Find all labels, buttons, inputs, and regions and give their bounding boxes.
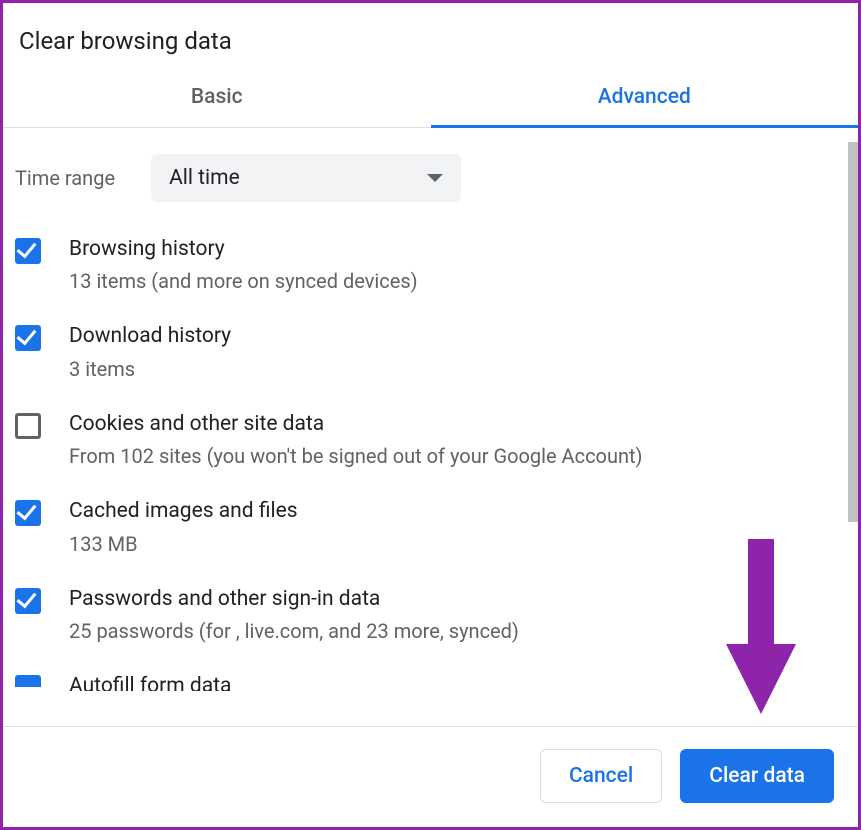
scrollbar-thumb[interactable] [848,142,858,522]
checkbox-cached-images[interactable] [15,500,41,526]
tab-basic[interactable]: Basic [3,65,431,127]
scrollbar[interactable] [848,128,858,726]
checkbox-browsing-history[interactable] [15,238,41,264]
tabs: Basic Advanced [3,65,858,128]
option-cookies: Cookies and other site data From 102 sit… [15,397,836,484]
option-title: Browsing history [69,234,418,264]
option-subtitle: 25 passwords (for , live.com, and 23 mor… [69,616,519,647]
dialog-body: Time range All time Browsing history 13 … [3,128,858,726]
option-title: Cached images and files [69,496,298,526]
option-title: Download history [69,321,231,351]
option-title: Cookies and other site data [69,409,643,439]
option-download-history: Download history 3 items [15,309,836,396]
time-range-row: Time range All time [3,128,848,222]
time-range-value: All time [169,166,240,190]
options-list: Browsing history 13 items (and more on s… [3,222,848,691]
option-cached-images: Cached images and files 133 MB [15,484,836,571]
option-subtitle: From 102 sites (you won't be signed out … [69,441,643,472]
option-subtitle: 13 items (and more on synced devices) [69,266,418,297]
time-range-select[interactable]: All time [151,154,461,202]
option-subtitle: 133 MB [69,529,298,560]
checkbox-autofill[interactable] [15,675,41,687]
cancel-button[interactable]: Cancel [540,749,662,803]
option-passwords: Passwords and other sign-in data 25 pass… [15,572,836,659]
option-subtitle: 3 items [69,354,231,385]
time-range-label: Time range [15,166,115,190]
chevron-down-icon [427,174,443,182]
dialog-footer: Cancel Clear data [3,726,858,827]
dialog-title: Clear browsing data [3,3,858,65]
clear-browsing-data-dialog: Clear browsing data Basic Advanced Time … [0,0,861,830]
checkbox-download-history[interactable] [15,325,41,351]
option-browsing-history: Browsing history 13 items (and more on s… [15,222,836,309]
checkbox-passwords[interactable] [15,588,41,614]
clear-data-button[interactable]: Clear data [680,749,834,803]
option-title: Passwords and other sign-in data [69,584,519,614]
checkbox-cookies[interactable] [15,413,41,439]
option-autofill: Autofill form data [15,659,836,691]
tab-advanced[interactable]: Advanced [431,65,859,127]
option-title: Autofill form data [69,671,231,691]
